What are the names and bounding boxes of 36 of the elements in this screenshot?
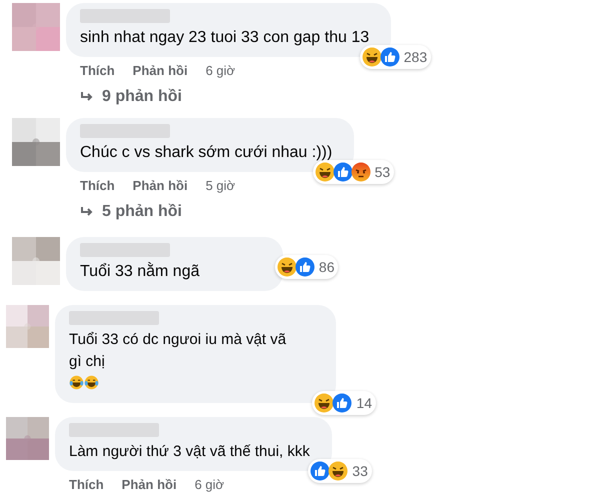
thumbs-up-icon [380,47,400,67]
comment-text: Tuổi 33 có dc ngưoi iu mà vật vã gì chị [69,330,288,372]
reaction-summary[interactable]: 14 [312,391,376,415]
thumbs-up-icon [294,257,315,277]
laughing-emoji-icon [276,257,297,277]
comment-time: 6 giờ [206,63,236,78]
reply-link[interactable]: Phản hồi [132,63,188,78]
comment-text: sinh nhat ngay 23 tuoi 33 con gap thu 13 [80,29,370,46]
like-link[interactable]: Thích [80,178,115,193]
like-link[interactable]: Thích [80,63,115,78]
angry-emoji-icon [350,162,371,182]
reply-arrow-icon [80,206,94,218]
laughing-emoji-icon [314,393,334,413]
thumbs-up-icon [332,162,353,182]
reply-link[interactable]: Phản hồi [132,178,188,193]
reaction-summary[interactable]: 86 [274,255,338,279]
view-replies-link[interactable]: 5 phản hồi [66,193,182,221]
comment-time: 5 giờ [206,178,236,193]
reaction-summary[interactable]: 283 [360,45,432,69]
reaction-summary[interactable]: 33 [308,459,372,483]
laughing-emoji-icon [314,162,335,182]
thumbs-up-icon [310,461,330,481]
comment-time: 6 giờ [194,477,224,492]
comment-text: Tuổi 33 nằm ngã [80,263,200,280]
comment-text: Chúc c vs shark sớm cưới nhau :))) [80,144,332,161]
comment-text: Làm người thứ 3 vật vã thế thui, kkk [69,443,310,460]
thumbs-up-icon [332,393,352,413]
laughing-emoji-icon [362,47,382,67]
tears-of-joy-emoji-icon [84,375,99,390]
like-link[interactable]: Thích [69,477,104,492]
tears-of-joy-emoji-icon [69,375,84,390]
view-replies-link[interactable]: 9 phản hồi [66,78,182,106]
laughing-emoji-icon [328,461,348,481]
reply-arrow-icon [80,91,94,103]
reply-link[interactable]: Phản hồi [122,477,177,492]
reaction-summary[interactable]: 53 [312,160,394,184]
